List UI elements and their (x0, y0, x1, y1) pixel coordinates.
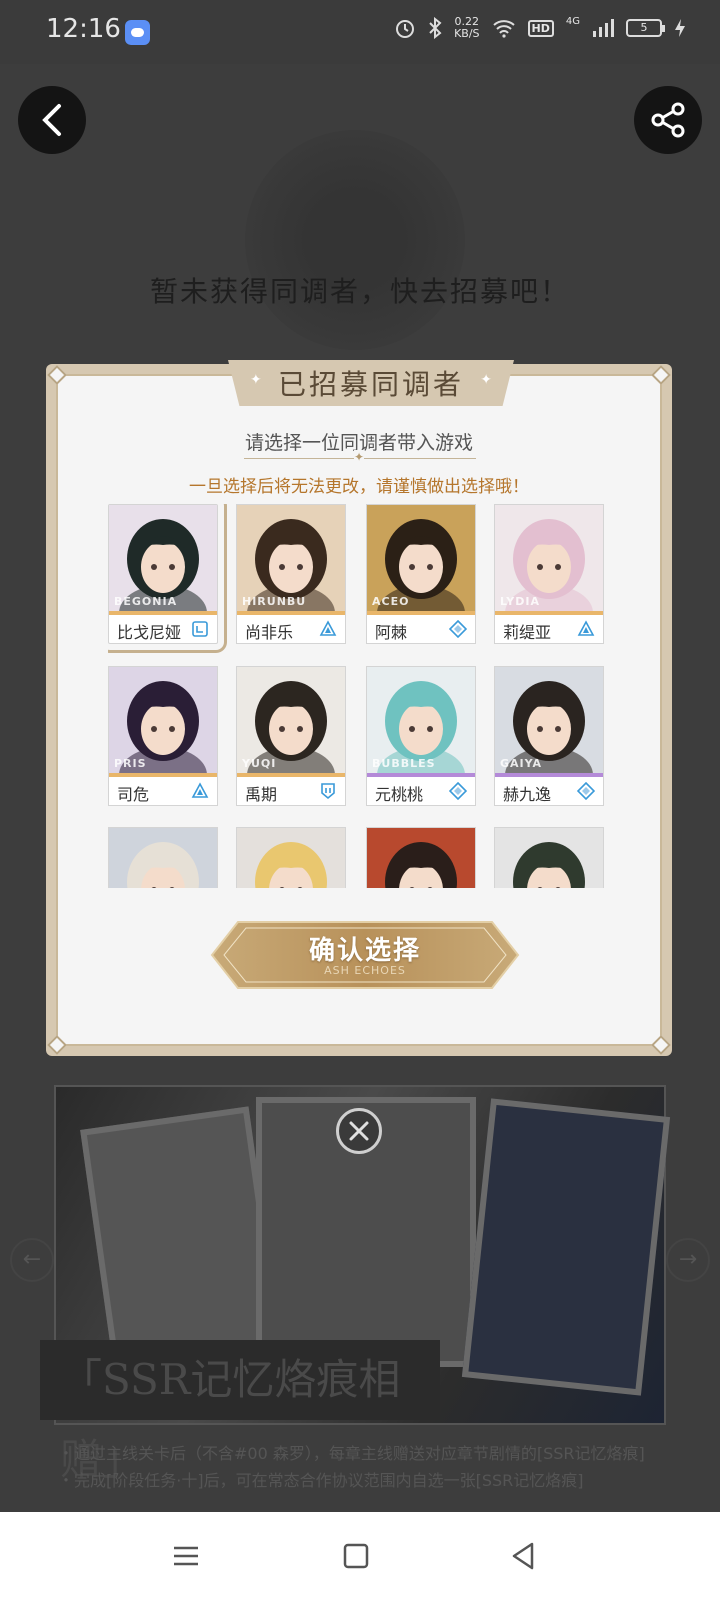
character-name: 阿棘 (375, 623, 408, 642)
character-card[interactable]: LYDIA 莉缇亚 (494, 504, 604, 644)
confirm-button[interactable]: 确认选择 ASH ECHOES (210, 920, 520, 990)
character-card[interactable]: BEGONIA 比戈尼娅 (108, 504, 227, 653)
character-en-name: PRIS (114, 757, 147, 770)
recruited-dialog: 已招募同调者 请选择一位同调者带入游戏 一旦选择后将无法更改，请谨慎做出选择哦！… (46, 360, 672, 1056)
corner-ornament (651, 365, 671, 385)
hd-badge: HD (527, 19, 554, 37)
back-nav-icon[interactable] (508, 1540, 540, 1572)
character-card[interactable]: GAIYA 赫九逸 (494, 666, 604, 806)
share-button[interactable] (634, 86, 702, 154)
empty-message: 暂未获得同调者，快去招募吧！ (149, 275, 570, 308)
support-icon (448, 781, 468, 801)
rarity-stripe (237, 773, 345, 777)
banner-next-arrow[interactable]: → (666, 1238, 710, 1282)
character-card[interactable]: BUBBLES 元桃桃 (366, 666, 476, 806)
network-speed-unit: KB/S (454, 27, 480, 40)
dialog-title-ribbon: 已招募同调者 (228, 360, 514, 406)
status-bar: 12:16 0.22 KB/S HD 4G 5 (0, 0, 720, 64)
battery-indicator: 5 (626, 19, 665, 37)
status-icons: 0.22 KB/S HD 4G 5 (394, 16, 686, 40)
character-name: 司危 (117, 785, 150, 804)
character-en-name: LYDIA (500, 595, 540, 608)
clock: 12:16 (46, 14, 121, 44)
striker-icon (319, 620, 337, 638)
confirm-button-label: 确认选择 (308, 936, 421, 966)
bluetooth-icon (429, 17, 442, 39)
signal-type: 4G (565, 15, 580, 27)
character-portrait (237, 828, 345, 888)
alarm-icon (396, 20, 415, 38)
character-grid: BEGONIA 比戈尼娅 HIRUNBU 尚非乐 ACEO 阿棘 LYDIA 莉缇亚 PRIS 司… (108, 504, 618, 888)
close-icon (349, 1121, 369, 1141)
banner-photo (461, 1098, 671, 1396)
character-name: 比戈尼娅 (117, 623, 182, 642)
banner-prev-arrow[interactable]: ← (10, 1238, 54, 1282)
rules-notes: ・通过主线关卡后（不含#00 森罗），每章主线赠送对应章节剧情的[SSR记忆烙痕… (58, 1440, 698, 1494)
dialog-title: 已招募同调者 (277, 368, 464, 401)
weather-app-icon (125, 20, 150, 45)
character-card[interactable] (236, 827, 346, 888)
close-button[interactable] (336, 1108, 382, 1154)
corner-ornament (47, 365, 67, 385)
character-name: 尚非乐 (245, 623, 294, 642)
character-en-name: HIRUNBU (242, 595, 307, 608)
banner-photo (80, 1106, 282, 1368)
wifi-icon (492, 20, 515, 38)
dialog-panel: 已招募同调者 请选择一位同调者带入游戏 一旦选择后将无法更改，请谨慎做出选择哦！… (47, 360, 671, 1055)
character-name: 元桃桃 (375, 785, 424, 804)
character-en-name: ACEO (372, 595, 410, 608)
chevron-left-icon (42, 104, 61, 136)
guardian-icon (319, 782, 337, 800)
vanguard-icon (191, 620, 209, 638)
share-icon (651, 102, 685, 138)
signal-icon (593, 19, 614, 37)
character-portrait (367, 828, 475, 888)
home-icon[interactable] (340, 1540, 372, 1572)
system-nav-bar (0, 1512, 720, 1600)
rarity-stripe (367, 611, 475, 615)
rarity-stripe (109, 773, 217, 777)
character-card[interactable]: HIRUNBU 尚非乐 (236, 504, 346, 644)
network-speed: 0.22 KB/S (454, 16, 479, 40)
rarity-stripe (495, 773, 603, 777)
rarity-stripe (495, 611, 603, 615)
rarity-stripe (237, 611, 345, 615)
support-icon (576, 781, 596, 801)
character-card[interactable]: ACEO 阿棘 (366, 504, 476, 644)
character-en-name: GAIYA (500, 757, 543, 770)
character-portrait (495, 828, 603, 888)
character-name: 禹期 (245, 785, 278, 804)
corner-ornament (651, 1035, 671, 1055)
rarity-stripe (367, 773, 475, 777)
striker-icon (191, 782, 209, 800)
confirm-button-sublabel: ASH ECHOES (324, 964, 406, 977)
banner-title: 「SSR记忆烙痕相赠」 (40, 1340, 440, 1484)
emblem-watermark (245, 130, 465, 350)
corner-ornament (47, 1035, 67, 1055)
back-button[interactable] (18, 86, 86, 154)
rarity-stripe (109, 611, 217, 615)
striker-icon (577, 620, 595, 638)
character-en-name: BUBBLES (372, 757, 436, 770)
character-name: 莉缇亚 (503, 623, 552, 642)
character-card[interactable] (108, 827, 218, 888)
support-icon (448, 619, 468, 639)
charging-icon (675, 19, 685, 37)
character-card[interactable]: PRIS 司危 (108, 666, 218, 806)
character-name: 赫九逸 (503, 785, 552, 804)
character-portrait (109, 828, 217, 888)
character-en-name: YUQI (242, 757, 277, 770)
rule-line: ・完成[阶段任务·十]后，可在常态合作协议范围内自选一张[SSR记忆烙痕] (58, 1471, 584, 1490)
character-card[interactable] (366, 827, 476, 888)
rule-line: ・通过主线关卡后（不含#00 森罗），每章主线赠送对应章节剧情的[SSR记忆烙痕… (58, 1444, 645, 1463)
subtitle-divider (244, 450, 476, 464)
menu-icon[interactable] (170, 1540, 202, 1572)
character-card[interactable] (494, 827, 604, 888)
character-card[interactable]: YUQI 禹期 (236, 666, 346, 806)
selection-warning: 一旦选择后将无法更改，请谨慎做出选择哦！ (189, 477, 529, 497)
character-en-name: BEGONIA (114, 595, 178, 608)
